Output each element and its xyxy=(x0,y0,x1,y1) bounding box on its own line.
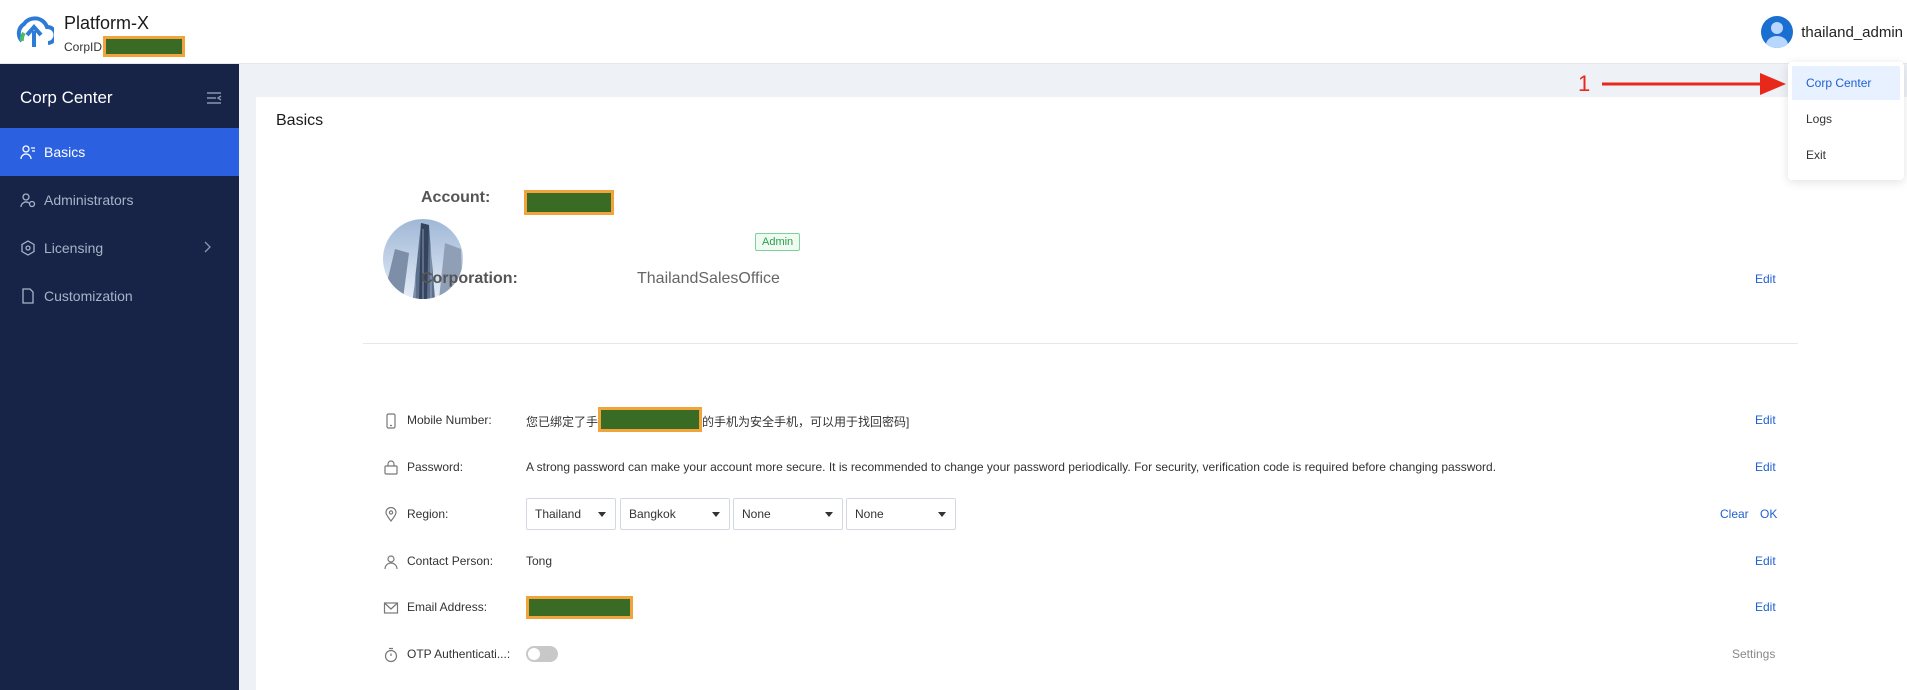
lock-icon xyxy=(384,460,398,475)
sidebar-item-label: Basics xyxy=(44,144,86,160)
contact-person-label: Contact Person: xyxy=(407,554,494,568)
file-icon xyxy=(22,288,34,304)
contact-person-value: Tong xyxy=(526,554,553,568)
edit-contact-link[interactable]: Edit xyxy=(1755,554,1776,568)
caret-down-icon xyxy=(712,512,720,517)
chevron-right-icon xyxy=(204,241,211,253)
mobile-phone-icon xyxy=(386,413,396,429)
mail-icon xyxy=(383,602,399,614)
brand-name: Platform-X xyxy=(64,13,150,33)
sidebar-item-basics[interactable]: Basics xyxy=(0,128,239,176)
mobile-text-suffix: 的手机为安全手机，可以用于找回密码] xyxy=(702,415,910,429)
top-header: Platform-X CorpID thailand_admin xyxy=(0,0,1907,64)
user-menu-trigger[interactable]: thailand_admin xyxy=(1761,16,1903,48)
avatar[interactable] xyxy=(1761,16,1794,48)
mobile-number-label: Mobile Number: xyxy=(407,413,492,427)
mobile-text-prefix: 您已绑定了手 xyxy=(526,415,599,429)
redacted-email xyxy=(526,596,633,619)
edit-password-link[interactable]: Edit xyxy=(1755,460,1776,474)
sidebar: Corp Center Basics Administrators Licens… xyxy=(0,64,239,690)
brand-logo-icon xyxy=(16,16,54,47)
password-description: A strong password can make your account … xyxy=(526,460,1497,474)
license-icon xyxy=(21,240,35,256)
user-icon xyxy=(20,145,35,160)
edit-mobile-link[interactable]: Edit xyxy=(1755,413,1776,427)
location-pin-icon xyxy=(385,507,397,522)
person-icon xyxy=(384,555,398,570)
sidebar-item-customization[interactable]: Customization xyxy=(0,272,239,320)
page-title: Basics xyxy=(276,112,324,129)
mobile-number-text: 您已绑定了手 的手机为安全手机，可以用于找回密码] xyxy=(526,407,910,433)
region-label: Region: xyxy=(407,507,449,521)
redacted-mobile xyxy=(598,407,703,433)
basics-panel: Basics Account: Admin Corporation: Thail… xyxy=(256,97,1907,690)
sidebar-item-label: Customization xyxy=(44,288,133,304)
collapse-menu-icon[interactable] xyxy=(206,90,222,106)
otp-authentication-label: OTP Authenticati...: xyxy=(407,647,511,661)
otp-settings-link[interactable]: Settings xyxy=(1732,647,1775,661)
redacted-account xyxy=(524,190,614,215)
sidebar-item-label: Licensing xyxy=(44,240,104,256)
menu-item-exit[interactable]: Exit xyxy=(1792,138,1900,172)
password-label: Password: xyxy=(407,460,464,474)
user-dropdown-menu: Corp Center Logs Exit xyxy=(1788,62,1904,180)
account-label: Account: xyxy=(421,189,491,206)
select-value: None xyxy=(855,507,884,521)
region-district-select[interactable]: None xyxy=(733,498,843,530)
email-address-label: Email Address: xyxy=(407,600,488,614)
sidebar-item-administrators[interactable]: Administrators xyxy=(0,176,239,224)
redacted-corp-id xyxy=(103,36,186,57)
annotation-marker-1: 1 xyxy=(1578,71,1591,96)
annotation-arrow-1 xyxy=(1602,73,1786,95)
region-country-select[interactable]: Thailand xyxy=(526,498,616,530)
corporation-label: Corporation: xyxy=(421,270,518,287)
menu-item-logs[interactable]: Logs xyxy=(1792,102,1900,136)
corp-id: CorpID xyxy=(64,36,186,57)
region-city-select[interactable]: Bangkok xyxy=(620,498,730,530)
sidebar-title: Corp Center xyxy=(20,88,113,107)
edit-email-link[interactable]: Edit xyxy=(1755,600,1776,614)
menu-item-corp-center[interactable]: Corp Center xyxy=(1792,66,1900,100)
select-value: None xyxy=(742,507,771,521)
role-badge: Admin xyxy=(755,233,801,251)
edit-account-link[interactable]: Edit xyxy=(1755,272,1776,286)
region-subdistrict-select[interactable]: None xyxy=(846,498,956,530)
otp-timer-icon xyxy=(384,647,398,663)
sidebar-item-label: Administrators xyxy=(44,192,134,208)
clear-region-link[interactable]: Clear xyxy=(1720,507,1749,521)
admin-icon xyxy=(20,193,36,208)
caret-down-icon xyxy=(825,512,833,517)
select-value: Thailand xyxy=(535,507,582,521)
ok-region-link[interactable]: OK xyxy=(1760,507,1777,521)
caret-down-icon xyxy=(598,512,606,517)
username[interactable]: thailand_admin xyxy=(1801,24,1903,41)
select-value: Bangkok xyxy=(629,507,676,521)
caret-down-icon xyxy=(938,512,946,517)
corp-id-label: CorpID xyxy=(64,39,103,54)
section-divider xyxy=(363,343,1798,344)
corporation-value: ThailandSalesOffice xyxy=(637,270,780,287)
otp-toggle[interactable] xyxy=(526,646,558,662)
sidebar-item-licensing[interactable]: Licensing xyxy=(0,224,239,272)
